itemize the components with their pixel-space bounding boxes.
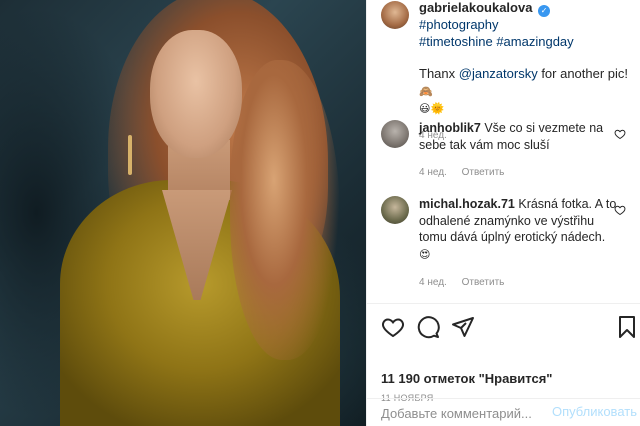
- save-bookmark-icon[interactable]: [615, 315, 639, 339]
- commenter-avatar[interactable]: [381, 196, 409, 224]
- photo-earring: [128, 135, 132, 175]
- photo-hair-curls: [230, 60, 340, 360]
- comment-like-heart-icon[interactable]: [614, 204, 626, 216]
- share-paper-plane-icon[interactable]: [451, 315, 475, 339]
- likes-count[interactable]: 11 190 отметок "Нравится": [381, 371, 552, 386]
- reply-button[interactable]: Ответить: [462, 167, 505, 178]
- hashtag-links[interactable]: #timetoshine #amazingday: [419, 34, 574, 49]
- add-comment-bar: Опубликовать: [367, 398, 640, 426]
- comment-item: janhoblik7 Vše co si vezmete na sebe tak…: [381, 120, 636, 182]
- commenter-username[interactable]: janhoblik7: [419, 121, 481, 135]
- post-photo[interactable]: [0, 0, 366, 426]
- caption-text: Thanx @janzatorsky for another pic!🙈: [419, 66, 629, 98]
- post-actions: [381, 315, 640, 341]
- comment-age[interactable]: 4 нед.: [419, 277, 447, 288]
- emoji: 😍: [419, 247, 431, 261]
- reply-button[interactable]: Ответить: [462, 277, 505, 288]
- hashtag-link[interactable]: #photography: [419, 17, 499, 32]
- comment-age[interactable]: 4 нед.: [419, 167, 447, 178]
- emoji: 🙈: [419, 84, 433, 98]
- divider: [367, 303, 640, 304]
- comment-like-heart-icon[interactable]: [614, 128, 626, 140]
- verified-badge-icon: ✓: [538, 5, 551, 17]
- comment-icon[interactable]: [416, 315, 440, 339]
- like-heart-icon[interactable]: [381, 315, 405, 339]
- add-comment-input[interactable]: [381, 404, 541, 422]
- post-side-panel: gabrielakoukalova ✓ #photography #timeto…: [366, 0, 640, 426]
- photo-face: [150, 30, 242, 158]
- author-avatar[interactable]: [381, 1, 409, 29]
- publish-button[interactable]: Опубликовать: [552, 404, 637, 419]
- comment-body: janhoblik7 Vše co si vezmete na sebe tak…: [419, 120, 619, 182]
- comment-meta: 4 нед. Ответить: [419, 165, 619, 182]
- comment-meta: 4 нед. Ответить: [419, 275, 619, 292]
- emoji: 😃🌞: [419, 102, 445, 115]
- mention-link[interactable]: @janzatorsky: [459, 66, 538, 81]
- commenter-avatar[interactable]: [381, 120, 409, 148]
- comment-body: michal.hozak.71 Krásná fotka. A to odhal…: [419, 196, 619, 292]
- comment-item: michal.hozak.71 Krásná fotka. A to odhal…: [381, 196, 636, 292]
- commenter-username[interactable]: michal.hozak.71: [419, 197, 515, 211]
- author-username[interactable]: gabrielakoukalova: [419, 0, 532, 15]
